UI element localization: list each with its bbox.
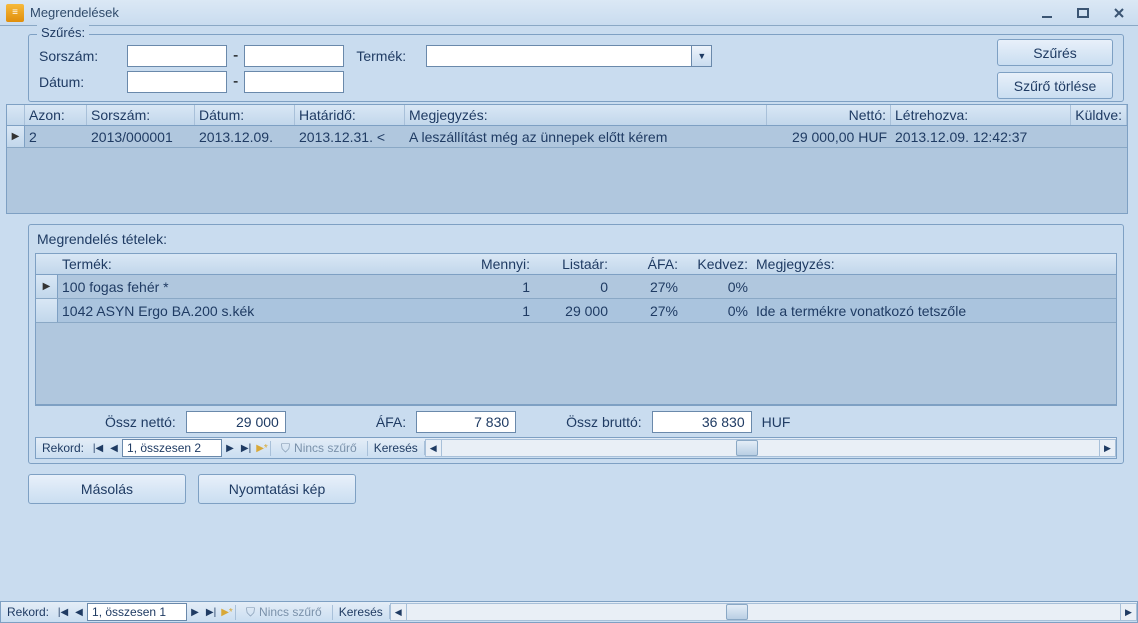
items-title: Megrendelés tételek: (35, 231, 1117, 253)
nav-next-button[interactable]: ▶ (187, 607, 203, 618)
items-grid-body[interactable]: ▶ 100 fogas fehér * 1 0 27% 0% 1042 ASYN… (35, 275, 1117, 405)
table-row[interactable]: ▶ 100 fogas fehér * 1 0 27% 0% (36, 275, 1116, 299)
inner-record-navigator: Rekord: |◀ ◀ ▶ ▶| ▶* ⛉Nincs szűrő Keresé… (35, 437, 1117, 459)
datum-label: Dátum: (39, 74, 121, 90)
afa-label: ÁFA: (376, 414, 406, 430)
filter-status[interactable]: ⛉Nincs szűrő (270, 441, 368, 456)
search-label[interactable]: Keresés (368, 441, 425, 455)
window-title: Megrendelések (30, 5, 1034, 20)
col-sorszam[interactable]: Sorszám: (87, 105, 195, 125)
scroll-thumb[interactable] (726, 604, 748, 620)
table-row[interactable]: 1042 ASYN Ergo BA.200 s.kék 1 29 000 27%… (36, 299, 1116, 323)
scroll-right-icon[interactable]: ▶ (1099, 440, 1115, 456)
col-megjegyzes[interactable]: Megjegyzés: (405, 105, 767, 125)
maximize-button[interactable] (1070, 5, 1096, 21)
nav-prev-button[interactable]: ◀ (106, 443, 122, 454)
horizontal-scrollbar[interactable]: ◀ ▶ (390, 603, 1137, 621)
col-datum[interactable]: Dátum: (195, 105, 295, 125)
col-mennyiseg[interactable]: Mennyi: (462, 254, 534, 274)
col-netto[interactable]: Nettó: (767, 105, 891, 125)
col-kedvez[interactable]: Kedvez: (682, 254, 752, 274)
nav-first-button[interactable]: |◀ (90, 443, 106, 454)
ossz-brutto-label: Össz bruttó: (566, 414, 641, 430)
filter-panel: Szűrés: Szűrés Szűrő törlése Sorszám: - … (28, 34, 1124, 102)
search-label[interactable]: Keresés (333, 605, 390, 619)
filter-status[interactable]: ⛉Nincs szűrő (235, 605, 333, 620)
row-marker-icon: ▶ (7, 126, 25, 147)
col-listaar[interactable]: Listaár: (534, 254, 612, 274)
datum-from-input[interactable] (127, 71, 227, 93)
ossz-netto-label: Össz nettó: (105, 414, 176, 430)
col-kuldve[interactable]: Küldve: (1071, 105, 1127, 125)
close-button[interactable] (1106, 5, 1132, 21)
sorszam-from-input[interactable] (127, 45, 227, 67)
col-azon[interactable]: Azon: (25, 105, 87, 125)
record-position-input[interactable] (87, 603, 187, 621)
datum-to-input[interactable] (244, 71, 344, 93)
termek-label: Termék: (356, 48, 420, 64)
outer-record-navigator: Rekord: |◀ ◀ ▶ ▶| ▶* ⛉Nincs szűrő Keresé… (0, 601, 1138, 623)
termek-combo[interactable]: ▼ (426, 45, 712, 67)
col-hatarido[interactable]: Határidő: (295, 105, 405, 125)
orders-grid-header: Azon: Sorszám: Dátum: Határidő: Megjegyz… (6, 104, 1128, 126)
sorszam-label: Sorszám: (39, 48, 121, 64)
nav-next-button[interactable]: ▶ (222, 443, 238, 454)
nav-new-button[interactable]: ▶* (254, 443, 270, 454)
col-item-megj[interactable]: Megjegyzés: (752, 254, 1116, 274)
filter-title: Szűrés: (37, 25, 89, 40)
horizontal-scrollbar[interactable]: ◀ ▶ (425, 439, 1116, 457)
ossz-brutto-value: 36 830 (652, 411, 752, 433)
col-letrehozva[interactable]: Létrehozva: (891, 105, 1071, 125)
table-row[interactable]: ▶ 2 2013/000001 2013.12.09. 2013.12.31. … (7, 126, 1127, 148)
nav-new-button[interactable]: ▶* (219, 607, 235, 618)
filter-button[interactable]: Szűrés (997, 39, 1113, 66)
rekord-label: Rekord: (1, 605, 55, 619)
sorszam-to-input[interactable] (244, 45, 344, 67)
nav-last-button[interactable]: ▶| (203, 607, 219, 618)
scroll-left-icon[interactable]: ◀ (426, 440, 442, 456)
minimize-button[interactable] (1034, 5, 1060, 21)
totals-bar: Össz nettó: 29 000 ÁFA: 7 830 Össz brutt… (35, 405, 1117, 437)
print-preview-button[interactable]: Nyomtatási kép (198, 474, 356, 504)
afa-value: 7 830 (416, 411, 516, 433)
clear-filter-button[interactable]: Szűrő törlése (997, 72, 1113, 99)
nav-first-button[interactable]: |◀ (55, 607, 71, 618)
filter-icon: ⛉ (246, 605, 255, 620)
items-grid-header: Termék: Mennyi: Listaár: ÁFA: Kedvez: Me… (35, 253, 1117, 275)
rekord-label: Rekord: (36, 441, 90, 455)
col-afa[interactable]: ÁFA: (612, 254, 682, 274)
currency-label: HUF (762, 414, 791, 430)
scroll-right-icon[interactable]: ▶ (1120, 604, 1136, 620)
app-icon: ≡ (6, 4, 24, 22)
scroll-left-icon[interactable]: ◀ (391, 604, 407, 620)
row-marker-icon: ▶ (36, 275, 58, 298)
nav-last-button[interactable]: ▶| (238, 443, 254, 454)
chevron-down-icon[interactable]: ▼ (691, 46, 711, 66)
col-termek[interactable]: Termék: (58, 254, 462, 274)
ossz-netto-value: 29 000 (186, 411, 286, 433)
row-marker-icon (36, 299, 58, 322)
record-position-input[interactable] (122, 439, 222, 457)
scroll-thumb[interactable] (736, 440, 758, 456)
copy-button[interactable]: Másolás (28, 474, 186, 504)
nav-prev-button[interactable]: ◀ (71, 607, 87, 618)
items-panel: Megrendelés tételek: Termék: Mennyi: Lis… (28, 224, 1124, 464)
filter-icon: ⛉ (281, 441, 290, 456)
title-bar: ≡ Megrendelések (0, 0, 1138, 26)
orders-grid-body[interactable]: ▶ 2 2013/000001 2013.12.09. 2013.12.31. … (6, 126, 1128, 214)
